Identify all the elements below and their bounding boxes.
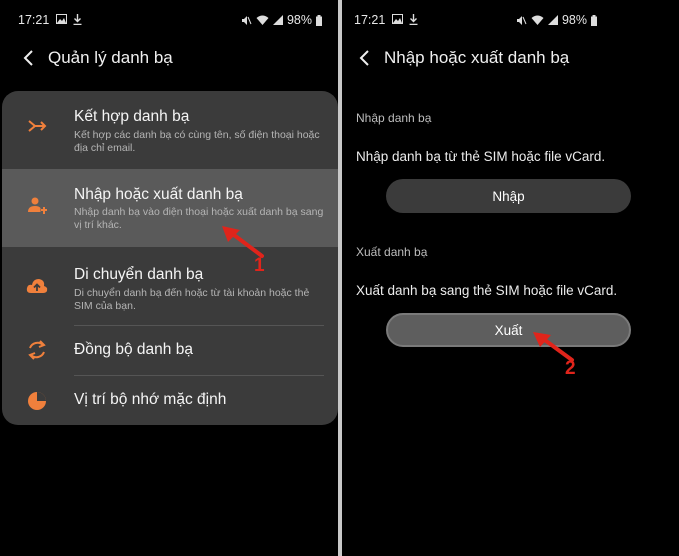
- storage-pie-icon: [28, 392, 46, 410]
- menu-item-move-contacts[interactable]: Di chuyển danh bạ Di chuyển danh bạ đến …: [2, 247, 338, 325]
- menu-item-title: Đồng bộ danh bạ: [74, 341, 193, 358]
- status-time: 17:21: [18, 13, 50, 27]
- download-icon: [409, 14, 418, 25]
- menu-item-sync-contacts[interactable]: Đồng bộ danh bạ: [2, 326, 338, 374]
- menu-item-title: Kết hợp danh bạ: [74, 108, 190, 125]
- app-bar: Nhập hoặc xuất danh bạ: [342, 44, 679, 74]
- import-section-label: Nhập danh bạ: [356, 111, 432, 125]
- status-time: 17:21: [354, 13, 386, 27]
- mute-icon: [241, 15, 252, 25]
- mute-icon: [516, 15, 527, 25]
- app-bar: Quản lý danh bạ: [0, 44, 338, 74]
- menu-item-title: Di chuyển danh bạ: [74, 266, 204, 283]
- status-bar: 17:21 98%: [0, 12, 338, 30]
- settings-card: Kết hợp danh bạ Kết hợp các danh bạ có c…: [2, 91, 338, 425]
- menu-item-default-storage[interactable]: Vị trí bộ nhớ mặc định: [2, 376, 338, 425]
- left-phone-screen: 17:21 98% Quản lý danh bạ Kết hợp danh b…: [0, 0, 338, 556]
- menu-item-title: Nhập hoặc xuất danh bạ: [74, 186, 243, 203]
- download-icon: [73, 14, 82, 25]
- import-export-icon: [28, 197, 47, 214]
- status-bar: 17:21 98%: [342, 12, 679, 30]
- right-phone-screen: 17:21 98% Nhập hoặc xuất danh bạ Nhập da…: [342, 0, 679, 556]
- menu-item-description: Di chuyển danh bạ đến hoặc từ tài khoản …: [74, 287, 310, 312]
- wifi-icon: [531, 15, 544, 25]
- sync-icon: [28, 340, 46, 360]
- annotation-number-2: 2: [565, 358, 576, 379]
- import-button[interactable]: Nhập: [386, 179, 631, 213]
- menu-item-merge-contacts[interactable]: Kết hợp danh bạ Kết hợp các danh bạ có c…: [2, 91, 338, 169]
- page-title: Nhập hoặc xuất danh bạ: [384, 48, 570, 67]
- menu-item-description: Nhập danh bạ vào điện thoại hoặc xuất da…: [74, 206, 324, 231]
- battery-icon: [316, 14, 322, 26]
- battery-percent: 98%: [561, 13, 587, 27]
- import-description: Nhập danh bạ từ thẻ SIM hoặc file vCard.: [356, 149, 606, 164]
- export-description: Xuất danh bạ sang thẻ SIM hoặc file vCar…: [356, 283, 618, 298]
- signal-icon: [547, 14, 558, 25]
- gallery-icon: [56, 14, 67, 24]
- merge-icon: [28, 120, 47, 132]
- back-arrow-icon[interactable]: [356, 48, 376, 68]
- battery-percent: 98%: [286, 13, 312, 27]
- menu-item-import-export[interactable]: Nhập hoặc xuất danh bạ Nhập danh bạ vào …: [2, 169, 338, 247]
- export-section-label: Xuất danh bạ: [356, 245, 428, 259]
- menu-item-description: Kết hợp các danh bạ có cùng tên, số điện…: [74, 129, 320, 154]
- wifi-icon: [256, 15, 269, 25]
- cloud-upload-icon: [26, 279, 48, 293]
- annotation-number-1: 1: [254, 255, 265, 276]
- battery-icon: [591, 14, 597, 26]
- export-button[interactable]: Xuất: [386, 313, 631, 347]
- menu-item-title: Vị trí bộ nhớ mặc định: [74, 391, 227, 408]
- page-title: Quản lý danh bạ: [48, 48, 173, 67]
- back-arrow-icon[interactable]: [20, 48, 40, 68]
- gallery-icon: [392, 14, 403, 24]
- signal-icon: [272, 14, 283, 25]
